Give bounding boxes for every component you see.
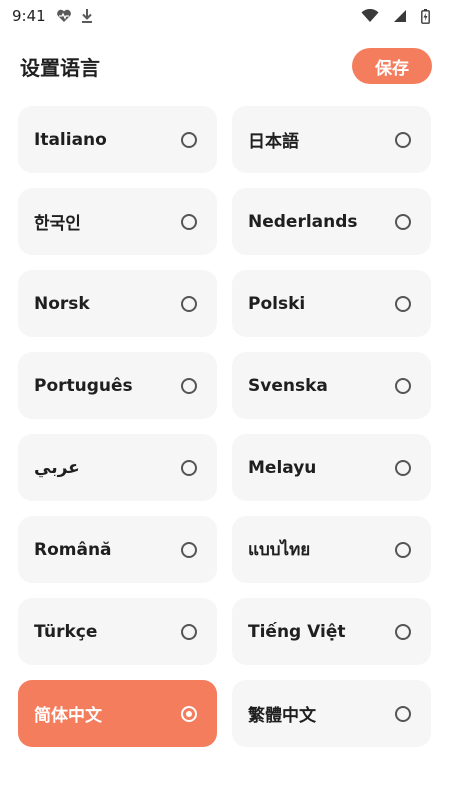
status-time: 9:41 — [12, 7, 46, 25]
language-option[interactable]: Polski — [232, 270, 431, 337]
language-label: Norsk — [34, 293, 90, 314]
language-option[interactable]: แบบไทย — [232, 516, 431, 583]
language-label: Română — [34, 539, 112, 560]
language-label: แบบไทย — [248, 540, 311, 560]
radio-icon[interactable] — [181, 213, 197, 230]
language-label: Nederlands — [248, 211, 358, 232]
radio-selected-icon[interactable] — [181, 705, 197, 722]
page-title: 设置语言 — [20, 55, 100, 80]
language-option[interactable]: 简体中文 — [18, 680, 217, 747]
language-label: Italiano — [34, 129, 107, 150]
language-grid: Italiano 日本語 한국인 Nederlands Norsk Polski Portu… — [18, 100, 431, 747]
radio-icon[interactable] — [395, 131, 411, 148]
language-list[interactable]: Italiano 日本語 한국인 Nederlands Norsk Polski Portu… — [0, 100, 450, 800]
radio-icon[interactable] — [395, 459, 411, 476]
language-option[interactable]: Tiếng Việt — [232, 598, 431, 665]
language-option[interactable]: Română — [18, 516, 217, 583]
language-option[interactable]: Italiano — [18, 106, 217, 173]
radio-icon[interactable] — [395, 213, 411, 230]
language-option[interactable]: عربي — [18, 434, 217, 501]
language-option[interactable]: Svenska — [232, 352, 431, 419]
language-option[interactable]: Português — [18, 352, 217, 419]
wifi-icon — [361, 9, 379, 23]
save-button[interactable]: 保存 — [352, 48, 432, 84]
screen: 9:41 设置语言 保存 Italiano 日本語 한국인 Nederlands… — [0, 0, 450, 800]
language-label: Português — [34, 375, 133, 396]
heart-pulse-icon — [56, 9, 72, 23]
radio-icon[interactable] — [181, 131, 197, 148]
language-label: 日本語 — [248, 132, 299, 152]
language-option[interactable]: 日本語 — [232, 106, 431, 173]
radio-icon[interactable] — [395, 541, 411, 558]
radio-icon[interactable] — [395, 295, 411, 312]
radio-icon[interactable] — [181, 459, 197, 476]
radio-icon[interactable] — [181, 541, 197, 558]
radio-icon[interactable] — [181, 377, 197, 394]
language-option[interactable]: Melayu — [232, 434, 431, 501]
language-label: Tiếng Việt — [248, 621, 346, 642]
language-label: 简体中文 — [34, 706, 102, 726]
radio-icon[interactable] — [181, 295, 197, 312]
battery-icon — [421, 8, 430, 24]
language-option[interactable]: 繁體中文 — [232, 680, 431, 747]
language-label: Türkçe — [34, 621, 98, 642]
app-header: 设置语言 保存 — [0, 42, 450, 90]
language-option[interactable]: Nederlands — [232, 188, 431, 255]
language-option[interactable]: Norsk — [18, 270, 217, 337]
language-label: Polski — [248, 293, 306, 314]
language-label: Melayu — [248, 457, 317, 478]
cell-signal-icon — [393, 9, 407, 23]
language-label: 한국인 — [34, 214, 81, 234]
language-option[interactable]: Türkçe — [18, 598, 217, 665]
radio-icon[interactable] — [181, 623, 197, 640]
language-label: 繁體中文 — [248, 706, 316, 726]
download-icon — [80, 8, 94, 24]
language-label: عربي — [34, 457, 80, 478]
radio-icon[interactable] — [395, 623, 411, 640]
language-option[interactable]: 한국인 — [18, 188, 217, 255]
status-icons-right — [361, 8, 438, 24]
status-bar: 9:41 — [0, 0, 450, 32]
radio-icon[interactable] — [395, 377, 411, 394]
radio-icon[interactable] — [395, 705, 411, 722]
language-label: Svenska — [248, 375, 328, 396]
